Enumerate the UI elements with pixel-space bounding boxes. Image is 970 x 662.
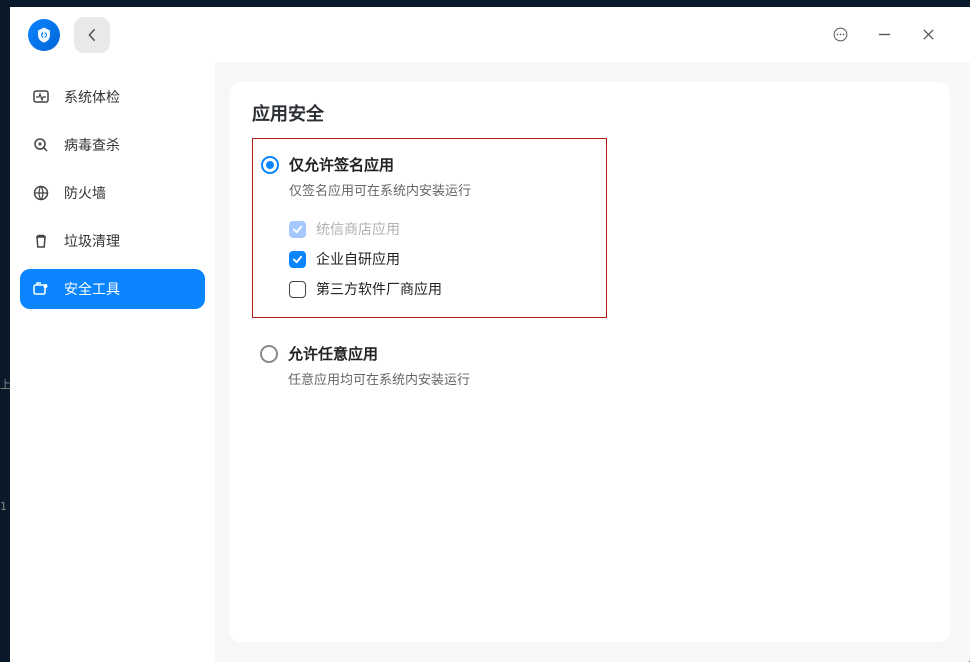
sidebar-item-label: 防火墙: [64, 183, 106, 203]
option-header[interactable]: 允许任意应用: [260, 343, 920, 364]
virus-scan-icon: [32, 136, 50, 154]
page-title: 应用安全: [252, 100, 928, 126]
sidebar: 系统体检 病毒查杀 防火墙 垃圾清理: [10, 62, 215, 662]
checkbox-label: 统信商店应用: [316, 219, 400, 239]
sidebar-item-label: 安全工具: [64, 279, 120, 299]
app-logo-icon: [28, 19, 60, 51]
minimize-button[interactable]: [862, 13, 906, 57]
checkbox-label: 企业自研应用: [316, 249, 400, 269]
security-tools-icon: [32, 280, 50, 298]
checkbox-thirdparty-apps-box[interactable]: [289, 281, 306, 298]
main-content: 应用安全 仅允许签名应用 仅签名应用可在系统内安装运行 统信商店应用: [215, 62, 970, 662]
sidebar-item-label: 系统体检: [64, 87, 120, 107]
titlebar: [10, 7, 970, 62]
radio-signed-apps[interactable]: [261, 156, 279, 174]
radio-any-apps[interactable]: [260, 345, 278, 363]
sidebar-item-label: 垃圾清理: [64, 231, 120, 251]
menu-button[interactable]: [818, 13, 862, 57]
option-header[interactable]: 仅允许签名应用: [261, 154, 598, 175]
more-horizontal-icon: [833, 27, 848, 42]
sidebar-item-virus-scan[interactable]: 病毒查杀: [20, 125, 205, 165]
option-subtitle: 仅签名应用可在系统内安装运行: [289, 180, 598, 199]
checkbox-store-apps: 统信商店应用: [289, 219, 598, 239]
back-button[interactable]: [74, 17, 110, 53]
checkbox-enterprise-apps-box[interactable]: [289, 251, 306, 268]
trash-icon: [32, 232, 50, 250]
minimize-icon: [877, 27, 892, 42]
sidebar-item-system-checkup[interactable]: 系统体检: [20, 77, 205, 117]
body-area: 系统体检 病毒查杀 防火墙 垃圾清理: [10, 62, 970, 662]
content-panel: 应用安全 仅允许签名应用 仅签名应用可在系统内安装运行 统信商店应用: [230, 82, 950, 642]
chevron-left-icon: [86, 28, 98, 42]
close-icon: [921, 27, 936, 42]
close-button[interactable]: [906, 13, 950, 57]
option-subtitle: 任意应用均可在系统内安装运行: [288, 369, 920, 388]
option-title: 允许任意应用: [288, 343, 378, 364]
system-checkup-icon: [32, 88, 50, 106]
firewall-icon: [32, 184, 50, 202]
checkbox-label: 第三方软件厂商应用: [316, 279, 442, 299]
sidebar-item-security-tools[interactable]: 安全工具: [20, 269, 205, 309]
checkbox-store-apps-box: [289, 221, 306, 238]
checkbox-enterprise-apps[interactable]: 企业自研应用: [289, 249, 598, 269]
option-title: 仅允许签名应用: [289, 154, 394, 175]
sidebar-item-firewall[interactable]: 防火墙: [20, 173, 205, 213]
checkmark-icon: [292, 224, 303, 235]
signed-checkbox-list: 统信商店应用 企业自研应用 第三方软件厂商应用: [289, 219, 598, 299]
checkbox-thirdparty-apps[interactable]: 第三方软件厂商应用: [289, 279, 598, 299]
checkmark-icon: [292, 254, 303, 265]
option-any-apps: 允许任意应用 任意应用均可在系统内安装运行: [252, 328, 928, 406]
sidebar-item-label: 病毒查杀: [64, 135, 120, 155]
app-window: 系统体检 病毒查杀 防火墙 垃圾清理: [10, 7, 970, 662]
sidebar-item-trash-clean[interactable]: 垃圾清理: [20, 221, 205, 261]
option-signed-apps: 仅允许签名应用 仅签名应用可在系统内安装运行 统信商店应用: [252, 138, 607, 318]
